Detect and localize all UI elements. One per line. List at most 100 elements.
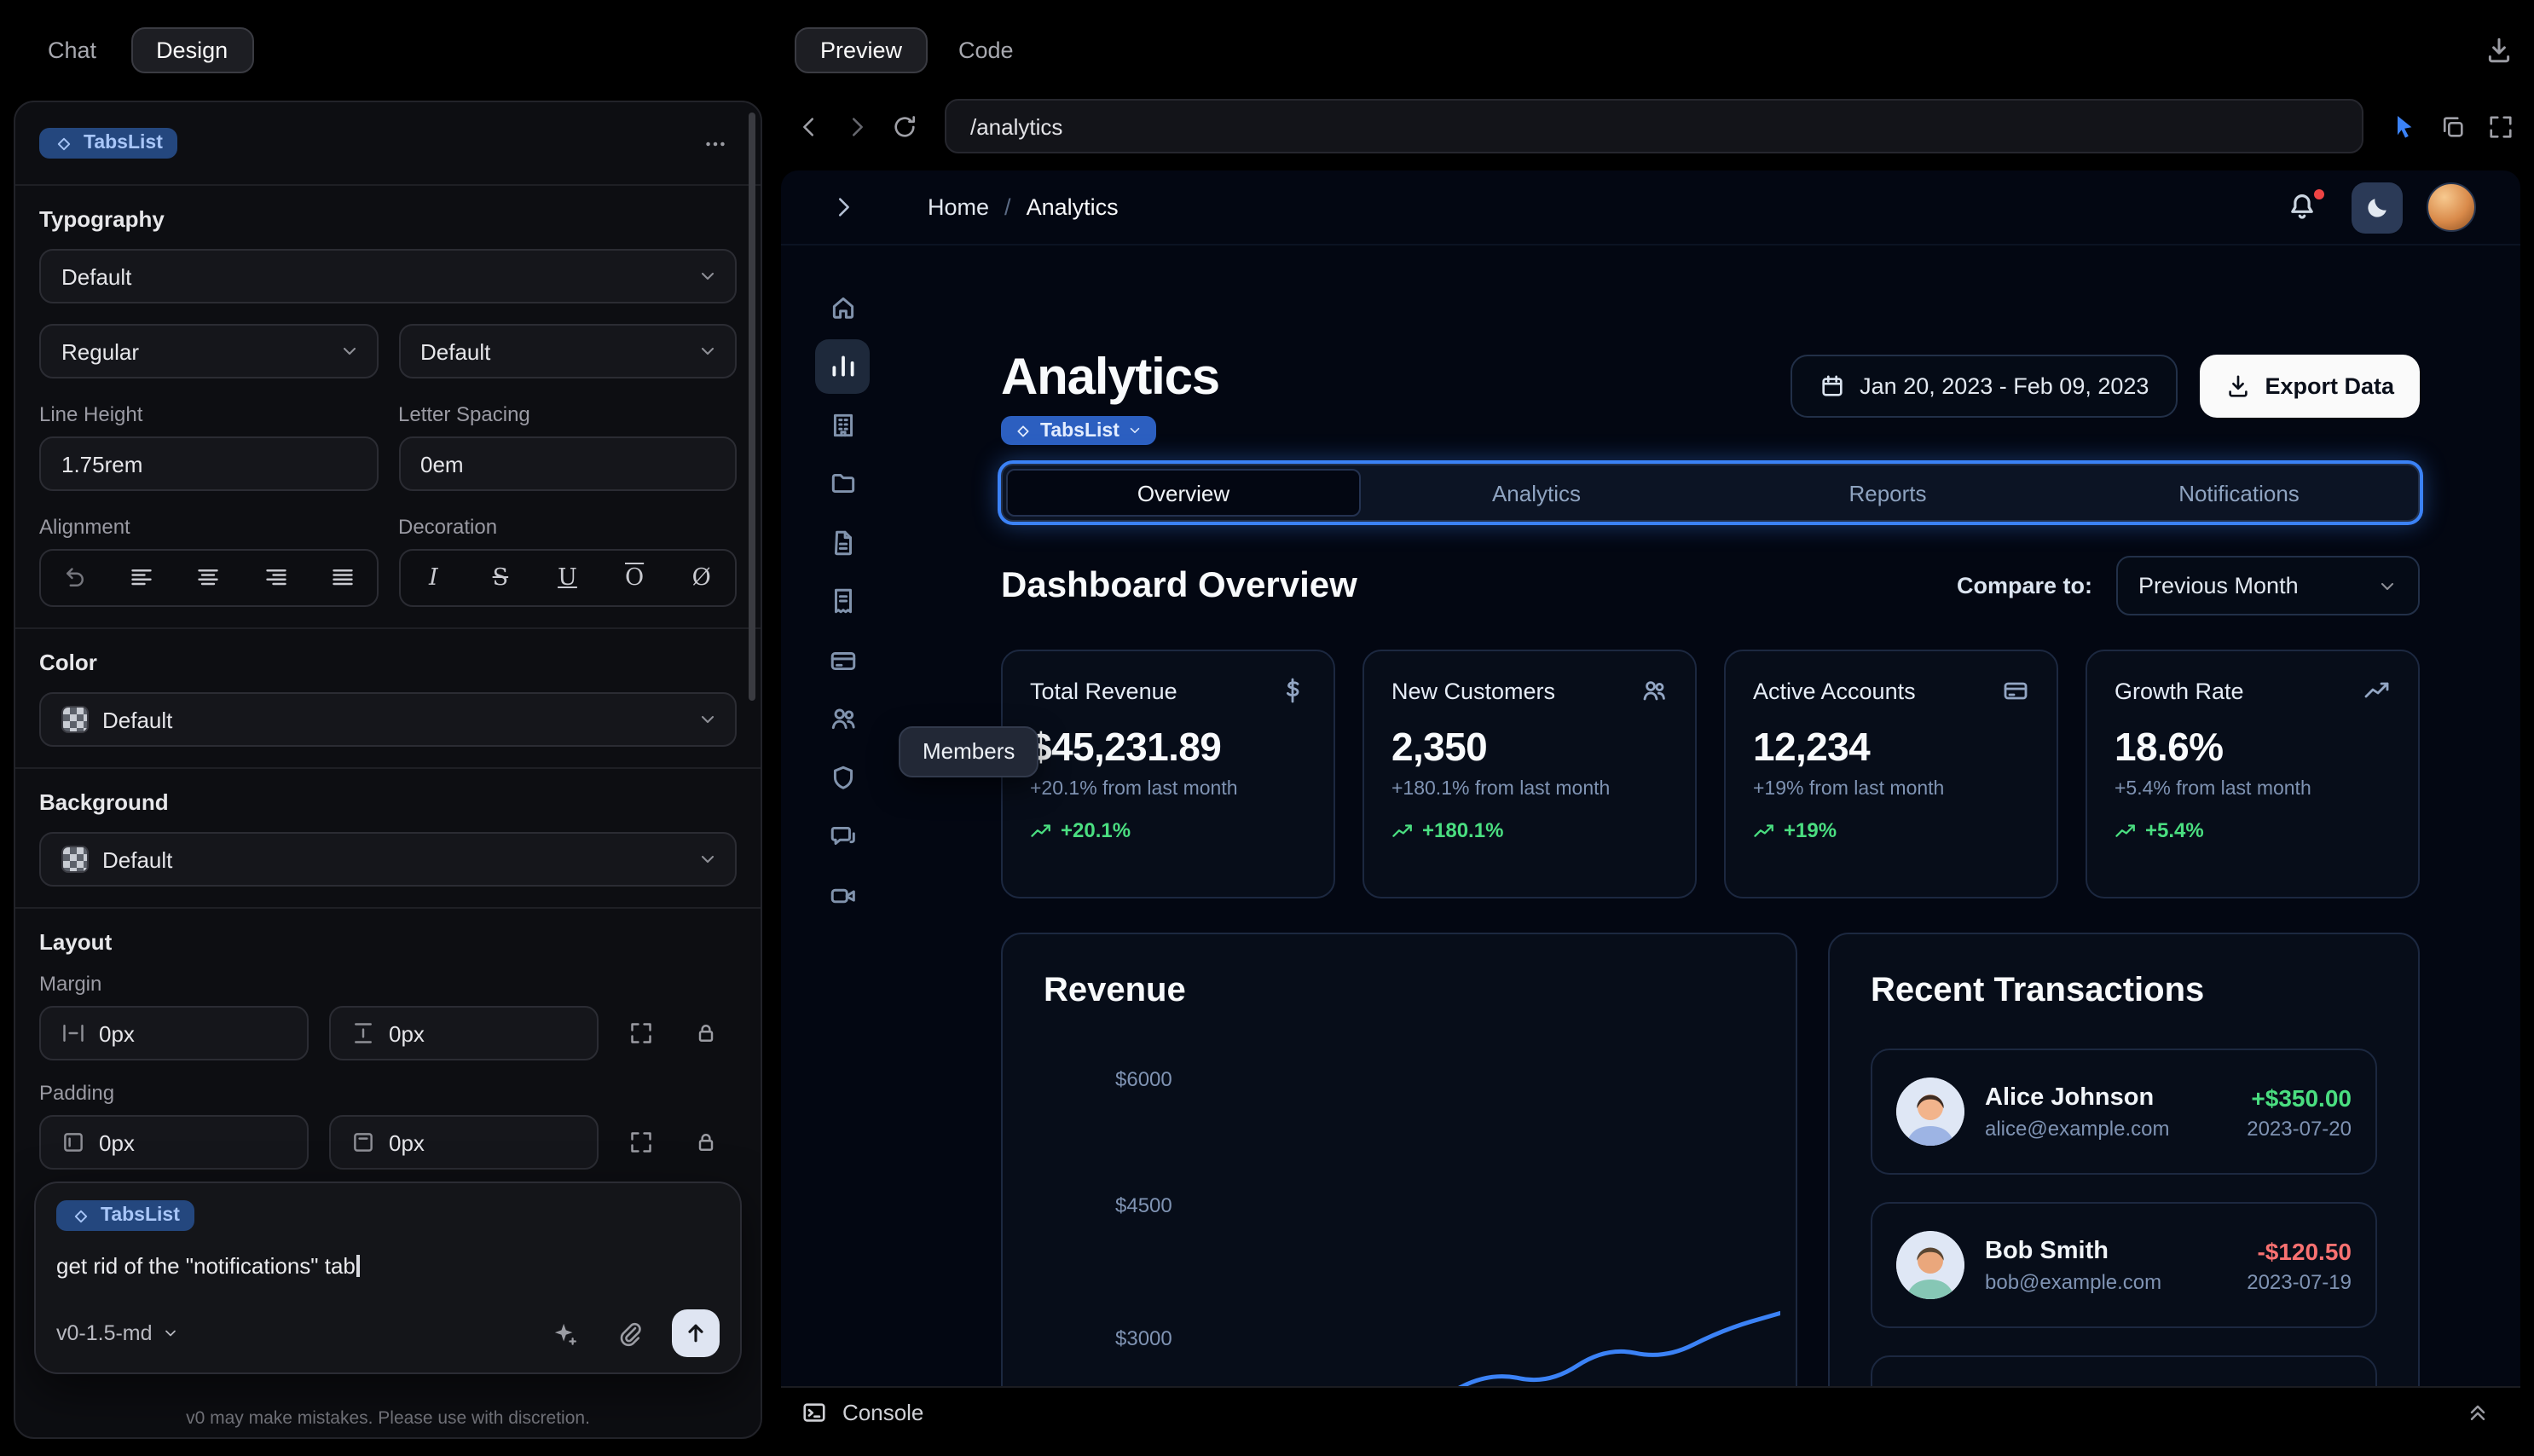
tab-preview[interactable]: Preview	[795, 26, 929, 72]
margin-x-input[interactable]: 0px	[39, 1006, 309, 1060]
trending-up-icon	[1754, 823, 1773, 836]
preview-viewport: Home / Analytics Members Analytics TabsL…	[781, 170, 2520, 1386]
refresh-button[interactable]	[883, 106, 924, 147]
chevron-right-icon	[837, 198, 848, 217]
recent-transactions-card: Recent Transactions Alice Johnson alice@…	[1828, 933, 2420, 1386]
tab-chat[interactable]: Chat	[34, 28, 110, 71]
page-title: Analytics	[1001, 350, 1220, 406]
tab-design[interactable]: Design	[130, 26, 254, 72]
margin-lock-button[interactable]	[684, 1011, 728, 1055]
compare-select[interactable]: Previous Month	[2116, 556, 2420, 615]
overline-button[interactable]: O	[601, 551, 668, 605]
color-select[interactable]: Default	[39, 692, 737, 747]
italic-button[interactable]: I	[400, 551, 467, 605]
reset-alignment-button[interactable]	[41, 551, 108, 605]
transaction-item-partial[interactable]	[1871, 1355, 2377, 1386]
model-select[interactable]: v0-1.5-md	[56, 1321, 180, 1345]
breadcrumb-home[interactable]: Home	[928, 194, 989, 220]
selected-component-badge[interactable]: TabsList	[39, 128, 178, 159]
font-size-select[interactable]: Default	[398, 324, 737, 378]
bell-icon	[2291, 194, 2313, 218]
margin-y-input[interactable]: 0px	[329, 1006, 599, 1060]
margin-vertical-icon	[355, 1023, 372, 1043]
transaction-item[interactable]: Bob Smith bob@example.com -$120.50 2023-…	[1871, 1202, 2377, 1328]
letter-spacing-input[interactable]: 0em	[398, 436, 737, 491]
inspect-element-button[interactable]	[2384, 106, 2425, 147]
tab-analytics[interactable]: Analytics	[1361, 469, 1712, 517]
selection-badge[interactable]: TabsList	[1001, 416, 1157, 445]
tab-reports[interactable]: Reports	[1712, 469, 2063, 517]
copy-button[interactable]	[2432, 106, 2473, 147]
background-swatch	[61, 846, 89, 873]
tab-notifications[interactable]: Notifications	[2063, 469, 2415, 517]
rail-item-organization[interactable]	[815, 397, 870, 452]
paperclip-icon	[619, 1321, 640, 1346]
line-height-input[interactable]: 1.75rem	[39, 436, 378, 491]
fullscreen-button[interactable]	[2479, 106, 2520, 147]
sidebar-expand-button[interactable]	[822, 187, 863, 228]
avatar	[1896, 1078, 1964, 1146]
rail-item-video[interactable]	[815, 868, 870, 922]
url-bar[interactable]: /analytics	[945, 99, 2363, 153]
breadcrumb: Home / Analytics	[928, 194, 1119, 220]
notifications-button[interactable]	[2287, 188, 2324, 224]
forward-button[interactable]	[836, 106, 876, 147]
tab-overview[interactable]: Overview	[1006, 469, 1361, 517]
padding-x-input[interactable]: 0px	[39, 1115, 309, 1170]
disclaimer-text: v0 may make mistakes. Please use with di…	[186, 1408, 590, 1429]
padding-expand-button[interactable]	[619, 1120, 663, 1164]
prompt-input[interactable]: get rid of the "notifications" tab	[56, 1252, 720, 1278]
stat-card-growth-rate: Growth Rate 18.6% +5.4% from last month …	[2086, 650, 2420, 898]
tab-code[interactable]: Code	[945, 28, 1027, 71]
chevrons-up-icon	[2470, 1405, 2485, 1420]
padding-lock-button[interactable]	[684, 1120, 728, 1164]
rail-item-home[interactable]	[815, 280, 870, 334]
align-left-button[interactable]	[108, 551, 176, 605]
no-decoration-button[interactable]: Ø	[668, 551, 735, 605]
send-button[interactable]	[672, 1309, 720, 1357]
console-expand-button[interactable]	[2456, 1390, 2500, 1434]
font-weight-select[interactable]: Regular	[39, 324, 378, 378]
strikethrough-button[interactable]: S	[467, 551, 535, 605]
align-justify-button[interactable]	[309, 551, 376, 605]
prompt-component-badge[interactable]: TabsList	[56, 1200, 195, 1231]
enhance-prompt-button[interactable]	[542, 1311, 587, 1355]
rail-item-analytics[interactable]	[815, 338, 870, 393]
date-range-picker[interactable]: Jan 20, 2023 - Feb 09, 2023	[1790, 355, 2178, 418]
trending-up-icon	[2364, 682, 2389, 698]
export-data-button[interactable]: Export Data	[2200, 355, 2420, 418]
panel-scrollbar[interactable]	[749, 113, 755, 701]
attach-file-button[interactable]	[607, 1311, 651, 1355]
rail-item-invoices[interactable]	[815, 574, 870, 628]
padding-y-input[interactable]: 0px	[329, 1115, 599, 1170]
download-button[interactable]	[2476, 27, 2520, 72]
align-right-icon	[265, 569, 286, 586]
rail-item-projects[interactable]	[815, 456, 870, 511]
alignment-group	[39, 549, 378, 607]
align-right-button[interactable]	[242, 551, 310, 605]
prompt-composer[interactable]: TabsList get rid of the "notifications" …	[34, 1182, 742, 1374]
bar-chart-icon	[831, 355, 853, 377]
rail-item-security[interactable]	[815, 750, 870, 805]
breadcrumb-current: Analytics	[1026, 194, 1119, 220]
panel-menu-button[interactable]	[692, 121, 737, 165]
rail-item-documents[interactable]	[815, 515, 870, 569]
background-select[interactable]: Default	[39, 832, 737, 887]
overview-title: Dashboard Overview	[1001, 565, 1357, 604]
align-center-button[interactable]	[175, 551, 242, 605]
home-icon	[831, 296, 853, 318]
user-avatar[interactable]	[2427, 182, 2476, 232]
theme-toggle-button[interactable]	[2352, 182, 2403, 233]
rail-item-messages[interactable]	[815, 809, 870, 864]
stat-card-active-accounts: Active Accounts 12,234 +19% from last mo…	[1724, 650, 2058, 898]
rail-item-members[interactable]	[815, 691, 870, 746]
transaction-item[interactable]: Alice Johnson alice@example.com +$350.00…	[1871, 1049, 2377, 1175]
decoration-label: Decoration	[398, 515, 498, 539]
rail-item-payments[interactable]	[815, 633, 870, 687]
underline-button[interactable]: U	[534, 551, 601, 605]
back-button[interactable]	[788, 106, 829, 147]
font-family-select[interactable]: Default	[39, 249, 737, 303]
chevron-down-icon	[701, 715, 714, 724]
console-bar[interactable]: Console	[781, 1386, 2520, 1436]
margin-expand-button[interactable]	[619, 1011, 663, 1055]
